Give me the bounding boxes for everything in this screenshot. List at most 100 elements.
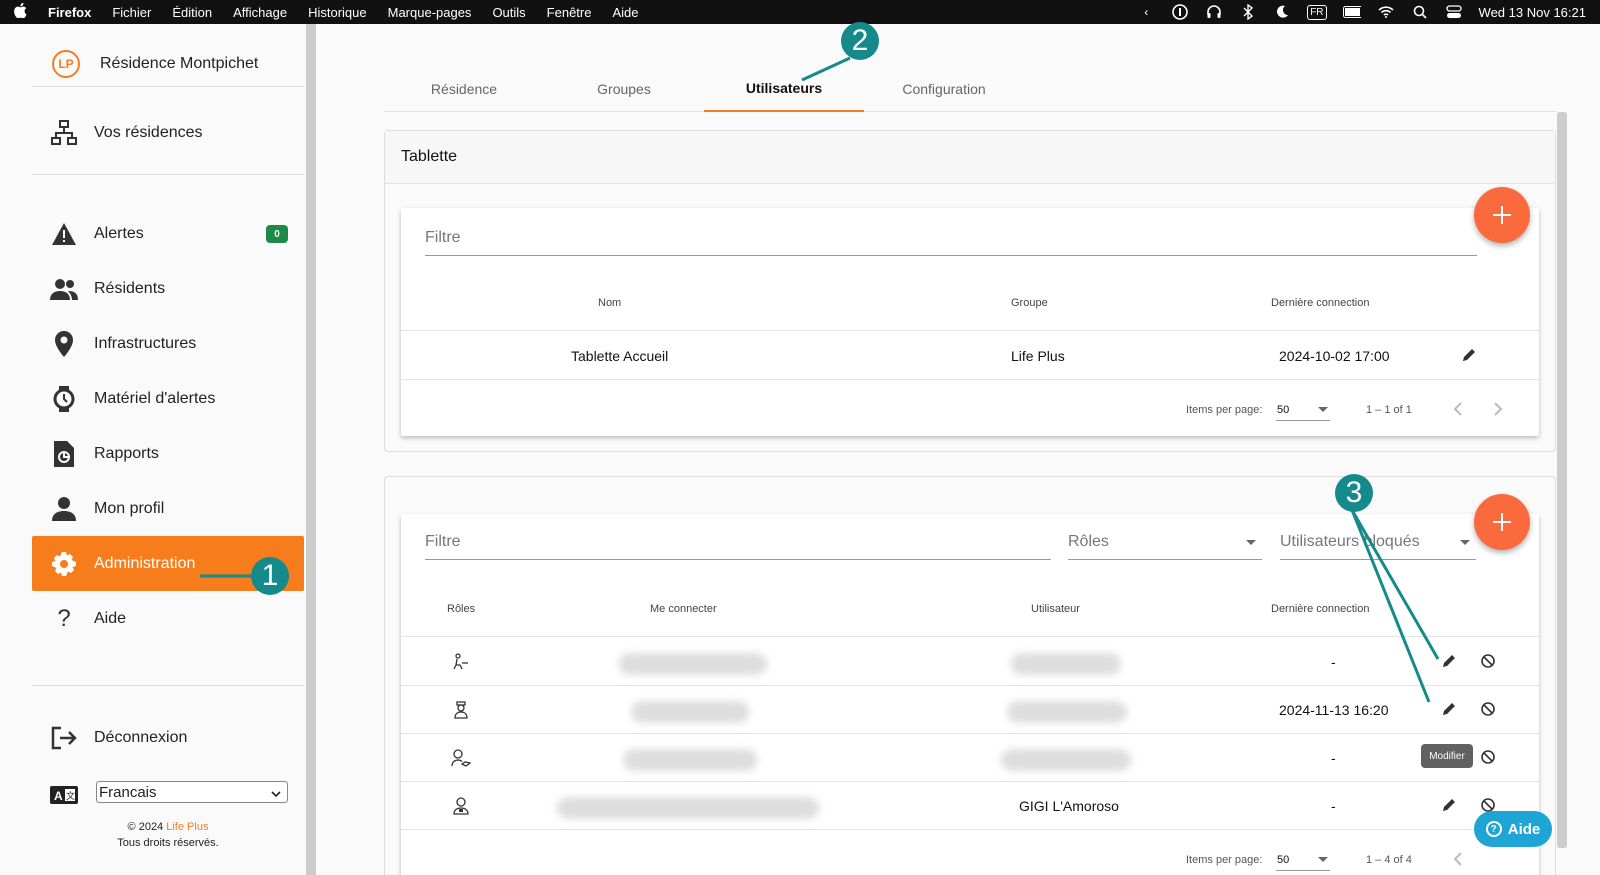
column-header-me-connecter[interactable]: Me connecter bbox=[650, 603, 717, 615]
menu-affichage[interactable]: Affichage bbox=[233, 5, 287, 20]
column-header-groupe[interactable]: Groupe bbox=[1011, 297, 1048, 309]
help-question-icon: ? bbox=[1485, 821, 1502, 837]
tab-utilisateurs[interactable]: Utilisateurs bbox=[704, 66, 864, 112]
nav-vos-residences[interactable]: Vos résidences bbox=[32, 105, 304, 160]
clock[interactable]: Wed 13 Nov 16:21 bbox=[1479, 5, 1586, 20]
language-select[interactable]: Francais bbox=[96, 781, 288, 803]
sidebar-scrollbar[interactable] bbox=[306, 24, 316, 875]
nav-mon-profil[interactable]: Mon profil bbox=[32, 481, 304, 536]
nav-label: Administration bbox=[94, 554, 196, 572]
add-tablet-button[interactable] bbox=[1474, 187, 1530, 243]
blurred-login[interactable] bbox=[631, 701, 749, 723]
tablet-filter-input[interactable]: Filtre bbox=[425, 220, 1477, 256]
nav-label: Vos résidences bbox=[94, 123, 203, 141]
control-center-icon[interactable] bbox=[1445, 3, 1463, 21]
column-header-nom[interactable]: Nom bbox=[598, 297, 621, 309]
tab-groupes[interactable]: Groupes bbox=[544, 66, 704, 112]
watch-icon bbox=[50, 385, 78, 413]
row-divider bbox=[401, 733, 1539, 734]
translate-icon: A文 bbox=[50, 784, 78, 811]
menu-historique[interactable]: Historique bbox=[308, 5, 367, 20]
help-button[interactable]: ? Aide bbox=[1474, 811, 1552, 847]
blurred-login[interactable] bbox=[623, 749, 757, 771]
nav-materiel-alertes[interactable]: Matériel d'alertes bbox=[32, 371, 304, 426]
main-scrollbar[interactable] bbox=[1557, 112, 1567, 848]
person-icon bbox=[50, 495, 78, 523]
blurred-login[interactable] bbox=[557, 797, 819, 819]
spotlight-search-icon[interactable] bbox=[1411, 3, 1429, 21]
modifier-tooltip: Modifier bbox=[1421, 744, 1473, 768]
users-filter-input[interactable]: Filtre bbox=[425, 524, 1051, 560]
menu-edition[interactable]: Édition bbox=[172, 5, 212, 20]
battery-icon[interactable] bbox=[1342, 3, 1361, 21]
menu-marque-pages[interactable]: Marque-pages bbox=[388, 5, 472, 20]
blurred-login[interactable] bbox=[619, 653, 767, 675]
tab-residence[interactable]: Résidence bbox=[384, 66, 544, 112]
apple-icon[interactable] bbox=[14, 2, 30, 21]
annotation-marker-1: 1 bbox=[251, 557, 289, 595]
edit-pencil-icon[interactable] bbox=[1437, 649, 1461, 673]
footer-brand[interactable]: Life Plus bbox=[166, 821, 208, 833]
cell-derniere-connection: - bbox=[1331, 750, 1336, 766]
items-per-page-select[interactable]: 50 bbox=[1276, 851, 1330, 871]
menu-fichier[interactable]: Fichier bbox=[112, 5, 151, 20]
brand[interactable]: LP Résidence Montpichet bbox=[52, 44, 258, 84]
life-plus-logo: LP bbox=[52, 50, 80, 78]
edit-pencil-icon[interactable] bbox=[1457, 343, 1481, 367]
gear-icon bbox=[50, 550, 78, 578]
cell-utilisateur: GIGI L'Amoroso bbox=[1019, 798, 1119, 814]
items-per-page-label: Items per page: bbox=[1186, 854, 1263, 866]
prev-page-icon[interactable] bbox=[1446, 397, 1470, 421]
moon-icon[interactable] bbox=[1273, 3, 1291, 21]
blocked-placeholder: Utilisateurs bloqués bbox=[1280, 533, 1420, 550]
menu-fenetre[interactable]: Fenêtre bbox=[547, 5, 592, 20]
items-per-page-select[interactable]: 50 bbox=[1276, 401, 1330, 421]
nav-label: Déconnexion bbox=[94, 728, 188, 746]
chevron-left-icon[interactable]: ‹ bbox=[1137, 3, 1155, 21]
column-header-derniere-connection[interactable]: Dernière connection bbox=[1271, 603, 1369, 615]
block-icon[interactable] bbox=[1476, 649, 1500, 673]
nav-deconnexion[interactable]: Déconnexion bbox=[32, 710, 304, 765]
help-label: Aide bbox=[1507, 820, 1541, 838]
headphones-icon[interactable] bbox=[1205, 3, 1223, 21]
block-icon[interactable] bbox=[1476, 745, 1500, 769]
next-page-icon[interactable] bbox=[1486, 397, 1510, 421]
row-divider bbox=[401, 781, 1539, 782]
column-header-roles[interactable]: Rôles bbox=[447, 603, 475, 615]
tab-configuration[interactable]: Configuration bbox=[864, 66, 1024, 112]
divider bbox=[32, 174, 304, 175]
block-icon[interactable] bbox=[1476, 697, 1500, 721]
nav-residents[interactable]: Résidents bbox=[32, 261, 304, 316]
plus-icon bbox=[1493, 206, 1511, 224]
menu-outils[interactable]: Outils bbox=[492, 5, 525, 20]
bluetooth-icon[interactable] bbox=[1239, 3, 1257, 21]
onepassword-icon[interactable] bbox=[1171, 3, 1189, 21]
people-icon bbox=[50, 275, 78, 303]
users-table-card: Filtre Rôles Utilisateurs bloqués Rôles … bbox=[401, 514, 1539, 875]
column-header-utilisateur[interactable]: Utilisateur bbox=[1031, 603, 1080, 615]
nav-aide[interactable]: ? Aide bbox=[32, 591, 304, 646]
edit-pencil-icon[interactable] bbox=[1437, 793, 1461, 817]
row-divider bbox=[401, 829, 1539, 830]
nav-alertes[interactable]: Alertes 0 bbox=[32, 206, 304, 261]
blocked-users-select[interactable]: Utilisateurs bloqués bbox=[1280, 524, 1476, 560]
cell-derniere-connection: - bbox=[1331, 654, 1336, 670]
nav-rapports[interactable]: Rapports bbox=[32, 426, 304, 481]
role-user-hand-icon bbox=[449, 746, 473, 770]
edit-pencil-icon[interactable] bbox=[1437, 697, 1461, 721]
sidebar: LP Résidence Montpichet Vos résidences A… bbox=[0, 24, 316, 875]
menu-app-firefox[interactable]: Firefox bbox=[48, 5, 91, 20]
row-divider bbox=[401, 379, 1539, 380]
wifi-icon[interactable] bbox=[1377, 3, 1395, 21]
input-source-indicator[interactable]: FR bbox=[1307, 4, 1327, 20]
blurred-username bbox=[1001, 749, 1131, 771]
column-header-derniere-connection[interactable]: Dernière connection bbox=[1271, 297, 1369, 309]
add-user-button[interactable] bbox=[1474, 494, 1530, 550]
prev-page-icon[interactable] bbox=[1446, 847, 1470, 871]
cell-groupe: Life Plus bbox=[1011, 348, 1065, 364]
menu-bar: Firefox Fichier Édition Affichage Histor… bbox=[0, 0, 1600, 24]
roles-select[interactable]: Rôles bbox=[1068, 524, 1262, 560]
nav-infrastructures[interactable]: Infrastructures bbox=[32, 316, 304, 371]
menu-aide[interactable]: Aide bbox=[612, 5, 638, 20]
svg-text:文: 文 bbox=[66, 790, 75, 801]
